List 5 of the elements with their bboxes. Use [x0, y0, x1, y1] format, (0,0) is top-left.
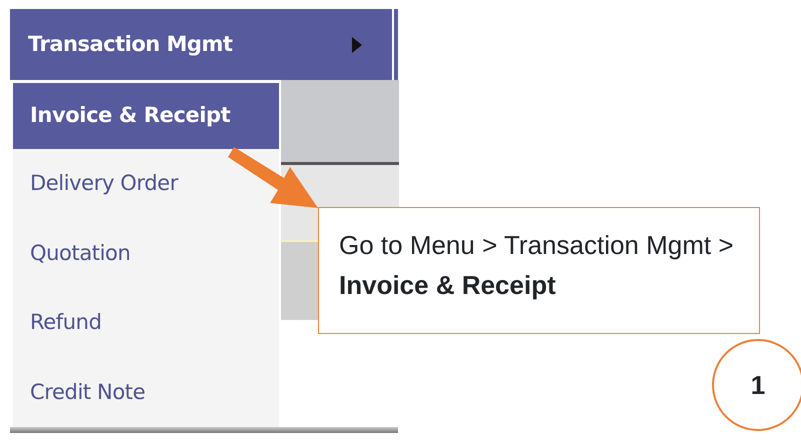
callout-text: Go to Menu > Transaction Mgmt > Invoice & Receipt	[318, 207, 760, 334]
menu-item[interactable]: Invoice & Receipt	[13, 83, 279, 149]
step-number: 1	[712, 339, 801, 431]
menu-header[interactable]: Transaction Mgmt	[10, 9, 392, 80]
menu-bar	[394, 9, 398, 80]
